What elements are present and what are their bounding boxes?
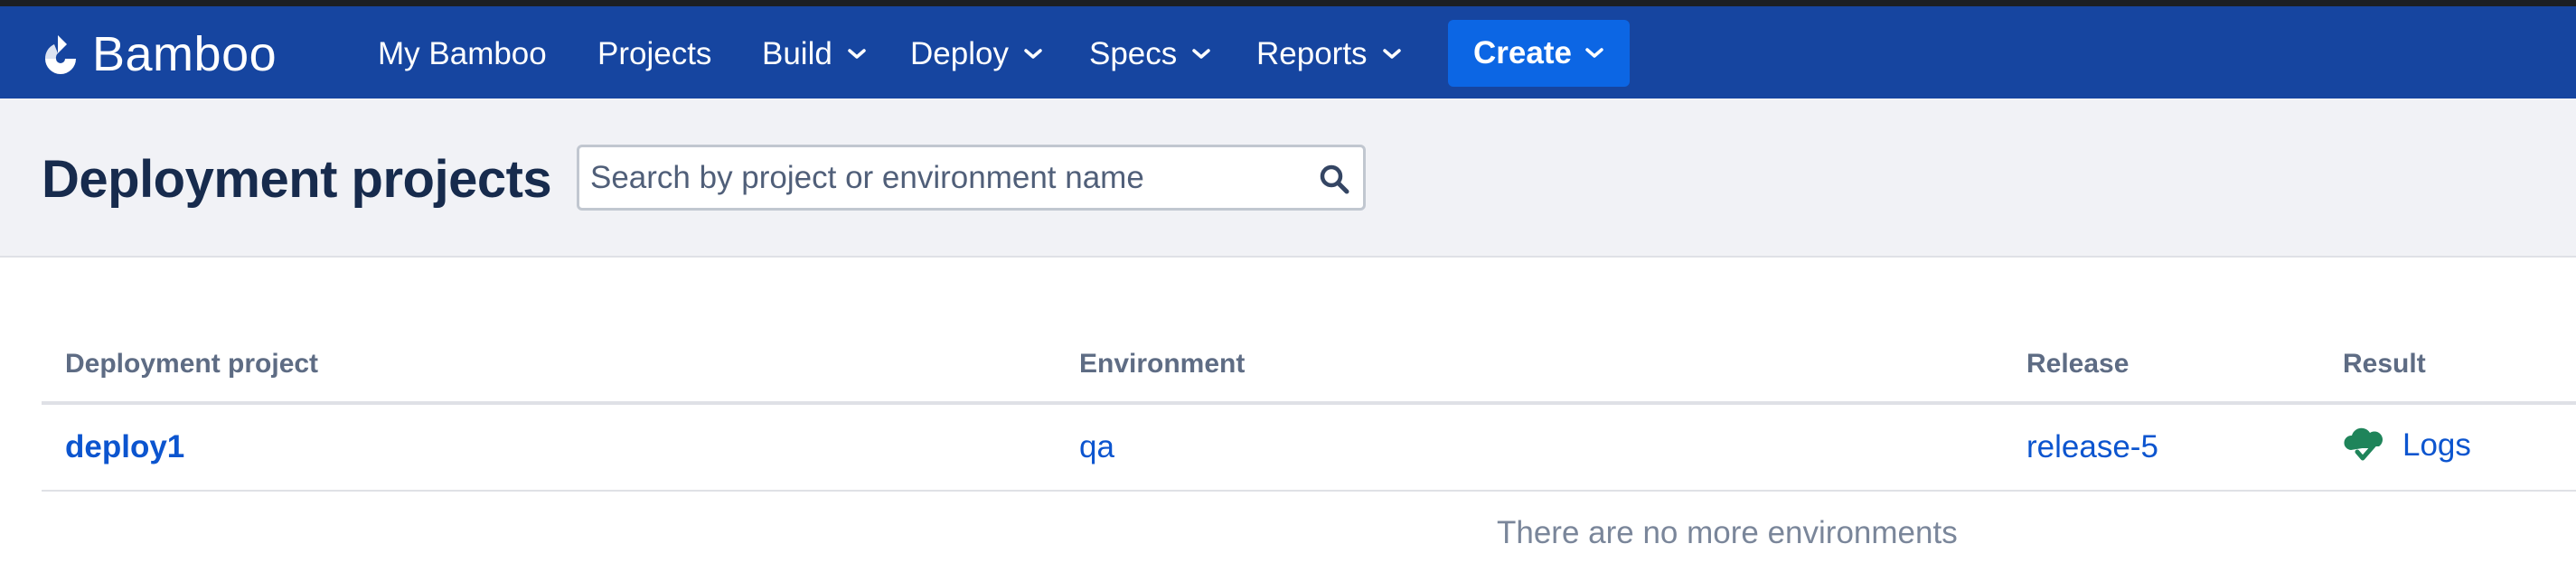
chevron-down-icon	[847, 48, 867, 61]
nav-my-bamboo[interactable]: My Bamboo	[378, 33, 547, 75]
nav-projects-label: Projects	[597, 36, 712, 71]
nav-specs-label: Specs	[1089, 36, 1178, 71]
nav-specs[interactable]: Specs	[1089, 33, 1211, 75]
column-header-environment: Environment	[1079, 349, 1246, 379]
logs-link[interactable]: Logs	[2402, 425, 2471, 466]
bamboo-logo[interactable]: Bamboo	[40, 28, 277, 80]
page-title: Deployment projects	[42, 150, 552, 209]
nav-projects[interactable]: Projects	[597, 33, 711, 75]
window-top-strip	[0, 0, 2576, 6]
search-field[interactable]	[577, 145, 1366, 211]
column-header-release: Release	[2026, 349, 2129, 379]
app-name: Bamboo	[92, 27, 277, 81]
create-button-label: Create	[1473, 35, 1572, 70]
nav-my-bamboo-label: My Bamboo	[378, 36, 547, 71]
nav-reports-label: Reports	[1256, 36, 1368, 71]
nav-deploy[interactable]: Deploy	[910, 33, 1043, 75]
page-header: Deployment projects	[0, 98, 2576, 258]
environment-link[interactable]: qa	[1079, 427, 1114, 468]
chevron-down-icon	[1584, 47, 1604, 60]
search-icon[interactable]	[1318, 163, 1350, 195]
column-header-deployment-project: Deployment project	[65, 349, 319, 379]
chevron-down-icon	[1191, 48, 1211, 61]
release-link[interactable]: release-5	[2026, 427, 2158, 468]
create-button[interactable]: Create	[1448, 20, 1630, 87]
deployment-project-link[interactable]: deploy1	[65, 427, 184, 468]
result-cell: Logs	[2343, 425, 2471, 466]
bamboo-logo-icon	[44, 35, 76, 74]
nav-deploy-label: Deploy	[910, 36, 1009, 71]
nav-reports[interactable]: Reports	[1256, 33, 1402, 75]
column-header-result: Result	[2343, 349, 2426, 379]
empty-state-message: There are no more environments	[1497, 515, 1958, 550]
deploy-success-icon	[2343, 425, 2384, 466]
top-navigation-bar: Bamboo My Bamboo Projects Build Deploy S…	[0, 6, 2576, 98]
nav-build[interactable]: Build	[762, 33, 867, 75]
nav-build-label: Build	[762, 36, 832, 71]
chevron-down-icon	[1382, 48, 1402, 61]
search-input[interactable]	[590, 159, 1295, 196]
table-row: deploy1 qa release-5 Logs	[42, 405, 2576, 492]
chevron-down-icon	[1023, 48, 1043, 61]
